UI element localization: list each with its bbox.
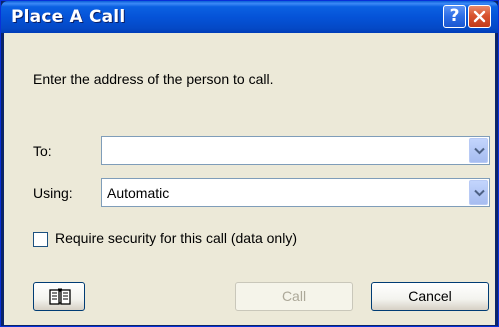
instruction-text: Enter the address of the person to call. — [33, 71, 274, 87]
require-security-checkbox[interactable] — [33, 232, 48, 247]
cancel-button[interactable]: Cancel — [371, 282, 489, 311]
window-title: Place A Call — [11, 7, 126, 27]
address-book-button[interactable] — [33, 282, 85, 311]
require-security-label[interactable]: Require security for this call (data onl… — [55, 230, 297, 246]
using-label: Using: — [33, 185, 73, 201]
chevron-down-icon — [474, 147, 485, 155]
address-book-icon — [49, 288, 71, 305]
title-bar[interactable]: Place A Call ? — [1, 1, 498, 33]
to-combobox[interactable] — [101, 136, 490, 165]
to-label: To: — [33, 143, 52, 159]
close-button[interactable] — [468, 5, 491, 28]
place-a-call-dialog: Place A Call ? Enter the address of the … — [0, 0, 499, 327]
chevron-down-icon — [474, 189, 485, 197]
close-icon — [473, 10, 486, 23]
using-combobox[interactable]: Automatic — [101, 178, 490, 207]
using-dropdown-button[interactable] — [469, 180, 488, 205]
using-value: Automatic — [107, 185, 170, 201]
dialog-body: Enter the address of the person to call.… — [4, 33, 495, 325]
help-button[interactable]: ? — [443, 5, 466, 28]
to-dropdown-button[interactable] — [469, 138, 488, 163]
call-button[interactable]: Call — [235, 282, 353, 311]
